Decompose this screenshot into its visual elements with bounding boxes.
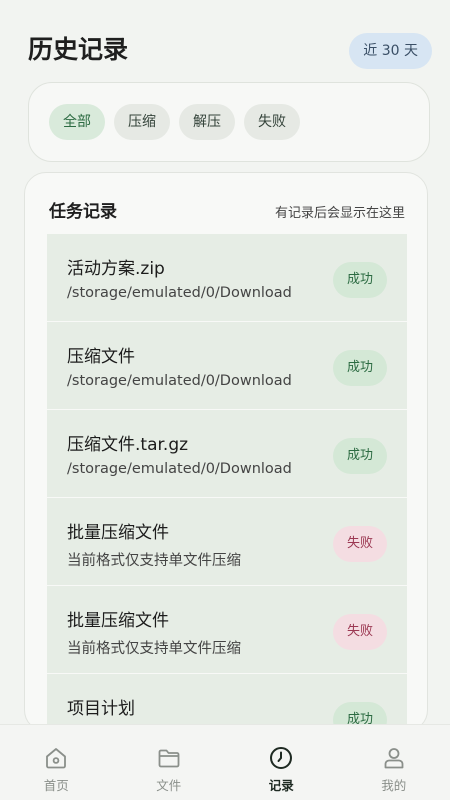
header: 历史记录 近 30 天 [0,0,450,80]
page-title: 历史记录 [28,35,129,64]
tab-label: 我的 [381,778,407,793]
record-name: 项目计划 [67,699,135,719]
record-row[interactable]: 活动方案.zip /storage/emulated/0/Download 成功 [47,234,407,322]
filter-chip-failed[interactable]: 失败 [244,104,300,140]
tab-label: 首页 [43,778,69,793]
record-detail: 当前格式仅支持单文件压缩 [67,553,241,569]
filter-chip-all[interactable]: 全部 [49,104,105,140]
record-name: 批量压缩文件 [67,523,169,543]
records-card: 任务记录 有记录后会显示在这里 活动方案.zip /storage/emulat… [24,172,428,732]
record-detail: 当前格式仅支持单文件压缩 [67,641,241,657]
tab-home[interactable]: 首页 [0,725,113,800]
bottom-tab-bar: 首页 文件 记录 我的 [0,724,450,800]
record-name: 活动方案.zip [67,259,165,279]
tab-profile[interactable]: 我的 [338,725,450,800]
record-row[interactable]: 批量压缩文件 当前格式仅支持单文件压缩 失败 [47,498,407,586]
status-badge: 成功 [333,262,387,298]
record-detail: /storage/emulated/0/Download [67,461,292,477]
record-name: 压缩文件.tar.gz [67,435,189,455]
record-name: 压缩文件 [67,347,135,367]
tab-label: 记录 [268,778,294,793]
record-row[interactable]: 批量压缩文件 当前格式仅支持单文件压缩 失败 [47,586,407,674]
tab-label: 文件 [156,778,182,793]
record-row[interactable]: 压缩文件.tar.gz /storage/emulated/0/Download… [47,410,407,498]
filter-bar: 全部 压缩 解压 失败 [28,82,430,162]
status-badge: 成功 [333,438,387,474]
person-icon [384,748,404,769]
tab-files[interactable]: 文件 [113,725,226,800]
status-badge: 成功 [333,350,387,386]
folder-icon [158,749,180,768]
status-badge: 失败 [333,526,387,562]
history-page: 历史记录 近 30 天 全部 压缩 解压 失败 任务记录 有记录后会显示在这里 … [0,0,450,800]
record-detail: /storage/emulated/0/Download [67,285,292,301]
home-icon [46,748,67,769]
clock-icon [270,747,293,769]
records-header: 任务记录 有记录后会显示在这里 [25,173,427,233]
status-badge: 失败 [333,614,387,650]
record-detail: /storage/emulated/0/Download [67,373,292,389]
records-title: 任务记录 [49,202,117,222]
records-hint: 有记录后会显示在这里 [274,206,405,221]
records-list: 活动方案.zip /storage/emulated/0/Download 成功… [47,234,407,731]
tab-records[interactable]: 记录 [225,725,338,800]
date-range-chip[interactable]: 近 30 天 [349,33,432,69]
filter-chip-extract[interactable]: 解压 [179,104,235,140]
record-row[interactable]: 压缩文件 /storage/emulated/0/Download 成功 [47,322,407,410]
record-name: 批量压缩文件 [67,611,169,631]
filter-chip-compress[interactable]: 压缩 [114,104,170,140]
